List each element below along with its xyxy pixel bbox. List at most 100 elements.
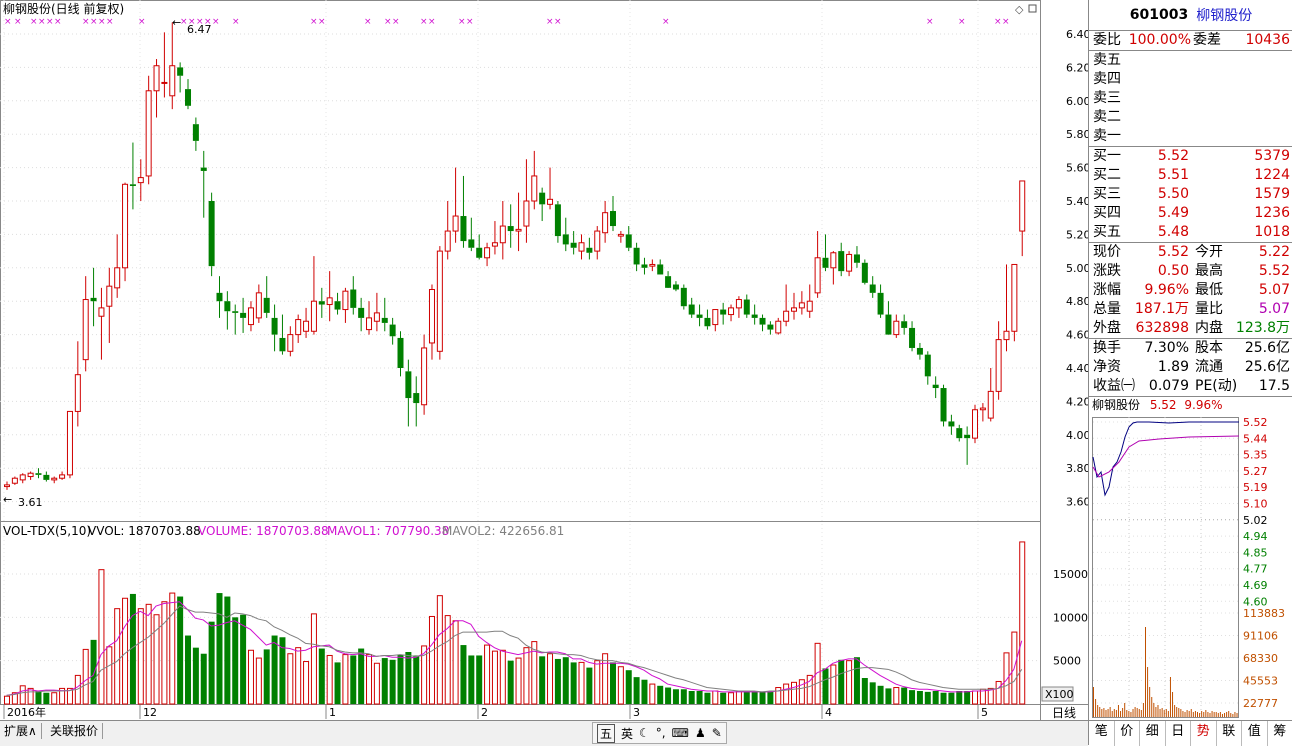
candle[interactable]	[673, 281, 679, 291]
volume-bar[interactable]	[272, 636, 278, 704]
volume-bar[interactable]	[673, 689, 679, 704]
volume-bar[interactable]	[296, 648, 301, 704]
volume-bar[interactable]	[335, 662, 341, 704]
volume-bar[interactable]	[177, 597, 183, 704]
volume-bar[interactable]	[485, 645, 490, 704]
volume-bar[interactable]	[390, 660, 396, 704]
volume-bar[interactable]	[256, 658, 261, 704]
volume-bar[interactable]	[445, 616, 450, 704]
volume-bar[interactable]	[524, 648, 529, 704]
candle[interactable]	[177, 62, 183, 92]
volume-bar[interactable]	[831, 665, 836, 704]
candle[interactable]	[885, 301, 891, 334]
volume-bar[interactable]	[548, 654, 553, 704]
candle[interactable]	[917, 343, 923, 360]
volume-bar[interactable]	[586, 668, 592, 704]
candle[interactable]	[641, 258, 647, 275]
volume-bar[interactable]	[193, 648, 199, 704]
volume-bar[interactable]	[539, 656, 545, 704]
volume-bar[interactable]	[563, 657, 569, 704]
candle[interactable]	[460, 176, 466, 248]
candle[interactable]	[894, 315, 899, 338]
candle[interactable]	[437, 246, 442, 360]
candle[interactable]	[792, 293, 797, 320]
candle[interactable]	[123, 183, 128, 282]
event-marker[interactable]: ×	[212, 17, 220, 27]
panel-tab[interactable]: 细	[1140, 721, 1166, 746]
candle[interactable]	[20, 473, 25, 483]
candle[interactable]	[83, 276, 88, 371]
event-marker[interactable]: ×	[364, 17, 372, 27]
candle[interactable]	[154, 59, 159, 117]
candle[interactable]	[689, 298, 695, 318]
volume-bar[interactable]	[304, 662, 309, 704]
candle[interactable]	[1020, 181, 1025, 256]
event-marker[interactable]: ×	[392, 17, 400, 27]
panel-tab[interactable]: 势	[1191, 721, 1217, 746]
event-marker[interactable]: ×	[138, 17, 146, 27]
candle[interactable]	[75, 341, 80, 426]
event-marker[interactable]: ×	[14, 17, 22, 27]
candle[interactable]	[216, 276, 222, 318]
event-marker[interactable]: ×	[420, 17, 428, 27]
volume-bar[interactable]	[162, 602, 167, 704]
volume-bar[interactable]	[909, 690, 915, 704]
candle[interactable]	[925, 351, 931, 384]
candle[interactable]	[563, 218, 569, 251]
volume-bar[interactable]	[603, 654, 608, 704]
period-label[interactable]: 日线	[1052, 706, 1076, 720]
candle[interactable]	[948, 415, 954, 435]
volume-bar[interactable]	[216, 593, 222, 704]
volume-bar[interactable]	[610, 662, 616, 704]
candle[interactable]	[697, 305, 703, 327]
candle[interactable]	[138, 159, 143, 201]
candle[interactable]	[973, 405, 978, 443]
volume-bar[interactable]	[1004, 653, 1009, 704]
volume-bar[interactable]	[894, 688, 899, 704]
volume-bar[interactable]	[374, 663, 379, 704]
candle[interactable]	[288, 326, 293, 356]
candle[interactable]	[539, 188, 545, 221]
volume-bar[interactable]	[28, 688, 33, 704]
candle[interactable]	[12, 477, 17, 485]
panel-tab[interactable]: 笔	[1089, 721, 1115, 746]
candle[interactable]	[799, 291, 804, 314]
candle[interactable]	[130, 143, 136, 210]
candle[interactable]	[240, 298, 246, 333]
candle[interactable]	[115, 234, 120, 297]
wrench-icon[interactable]: ✎	[712, 726, 722, 740]
volume-bar[interactable]	[862, 678, 868, 704]
candle[interactable]	[736, 296, 741, 318]
volume-bar[interactable]	[697, 691, 703, 704]
candle[interactable]	[468, 218, 474, 251]
event-marker[interactable]: ×	[310, 17, 318, 27]
candle[interactable]	[988, 368, 993, 421]
volume-bar[interactable]	[437, 596, 442, 704]
volume-bar[interactable]	[595, 661, 600, 704]
volume-bar[interactable]	[1020, 542, 1025, 704]
volume-bar[interactable]	[201, 654, 207, 704]
candle[interactable]	[831, 251, 836, 284]
volume-bar[interactable]	[146, 604, 151, 704]
user-icon[interactable]: ♟	[695, 726, 706, 740]
panel-tab[interactable]: 价	[1115, 721, 1141, 746]
candle[interactable]	[476, 234, 482, 259]
event-marker[interactable]: ×	[106, 17, 114, 27]
volume-bar[interactable]	[460, 645, 466, 704]
volume-bar[interactable]	[367, 655, 372, 704]
candle[interactable]	[398, 331, 404, 376]
volume-bar[interactable]	[925, 692, 931, 704]
volume-bar[interactable]	[405, 652, 411, 704]
minute-chart[interactable]: 5.525.445.355.275.195.105.024.944.854.77…	[1089, 417, 1292, 720]
candle[interactable]	[681, 285, 687, 310]
candle[interactable]	[807, 285, 812, 318]
candle[interactable]	[878, 285, 884, 318]
volume-bar[interactable]	[744, 692, 750, 704]
volume-bar[interactable]	[5, 696, 10, 704]
candle[interactable]	[776, 318, 781, 335]
candle[interactable]	[744, 295, 750, 318]
volume-bar[interactable]	[83, 649, 88, 704]
volume-bar[interactable]	[248, 650, 253, 704]
candle[interactable]	[343, 288, 348, 323]
candle[interactable]	[847, 251, 852, 276]
